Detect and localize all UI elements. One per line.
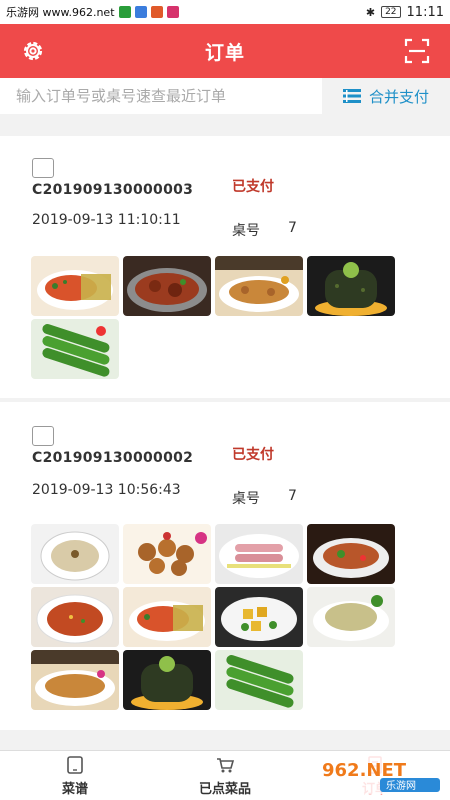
nav-ordered-label: 已点菜品 (198, 782, 251, 797)
watermark-brand: 962.NET (322, 760, 407, 781)
app-notification-icon (134, 6, 147, 18)
table-label: 桌号 (232, 491, 260, 507)
status-site-text: 乐游网 www.962.net (6, 4, 115, 20)
order-time: 2019-09-13 10:56:43 (32, 482, 181, 498)
meat-rolls-dish-image (215, 524, 303, 584)
soup-dish-image (31, 524, 119, 584)
order-card[interactable]: C201909130000002 已支付 2019-09-13 10:56:43… (0, 402, 450, 730)
order-time: 2019-09-13 11:10:11 (32, 212, 181, 228)
status-bar: 乐游网 www.962.net ✱ 22 11:11 (0, 0, 450, 24)
table-number: 7 (288, 220, 297, 236)
cart-icon (217, 758, 235, 773)
spicy-chicken-dish-image (307, 524, 395, 584)
scan-icon[interactable] (404, 38, 430, 64)
search-input[interactable] (0, 78, 322, 114)
tofu-dish-image (215, 587, 303, 647)
bluetooth-icon: ✱ (365, 5, 376, 19)
status-time: 11:11 (406, 4, 444, 20)
seaweed-dish-image (307, 256, 395, 316)
watermark-sub: 乐游网 (386, 779, 416, 792)
table-number: 7 (288, 488, 297, 504)
nav-ordered-dishes[interactable]: 已点菜品 (170, 755, 280, 797)
seaweed-dish-image (123, 650, 211, 710)
app-header: 订单 (0, 24, 450, 78)
nav-menu[interactable]: 菜谱 (20, 755, 130, 797)
list-icon (342, 89, 361, 103)
search-row: 合并支付 (0, 78, 450, 122)
cucumber-dish-image (31, 319, 119, 379)
braised-meat-dish-image (123, 256, 211, 316)
app-notification-icon (150, 6, 163, 18)
fish-dish-image (31, 256, 119, 316)
chicken-feet-dish-image (31, 650, 119, 710)
battery-icon: 22 (381, 6, 401, 18)
table-label: 桌号 (232, 223, 260, 239)
boiled-chicken-dish-image (307, 587, 395, 647)
chicken-feet-dish-image (215, 256, 303, 316)
nav-menu-label: 菜谱 (61, 782, 88, 797)
gear-icon[interactable] (20, 38, 46, 64)
tablet-icon (67, 756, 83, 774)
order-status: 已支付 (232, 179, 274, 195)
noodle-soup-dish-image (31, 587, 119, 647)
app-notification-icon (118, 6, 131, 18)
fish-dish-image (123, 587, 211, 647)
order-number: C201909130000003 (32, 182, 194, 198)
order-number: C201909130000002 (32, 450, 194, 466)
order-checkbox[interactable] (32, 158, 54, 178)
order-status: 已支付 (232, 447, 274, 463)
page-title: 订单 (204, 41, 245, 64)
app-notification-icon (166, 6, 179, 18)
site-watermark: 962.NET 乐游网 (316, 752, 446, 796)
cucumber-dish-image (215, 650, 303, 710)
order-card[interactable]: C201909130000003 已支付 2019-09-13 11:10:11… (0, 136, 450, 398)
merge-pay-label: 合并支付 (368, 87, 429, 106)
braised-eggs-dish-image (123, 524, 211, 584)
merge-pay-button[interactable]: 合并支付 (322, 78, 450, 114)
order-checkbox[interactable] (32, 426, 54, 446)
